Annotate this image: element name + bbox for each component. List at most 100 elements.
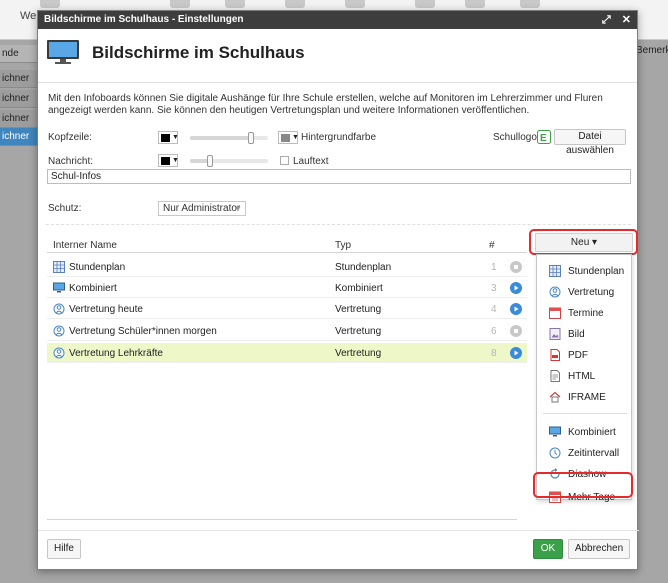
menu-item-label: PDF: [568, 350, 588, 361]
lauftext-label: Lauftext: [293, 156, 329, 167]
logo-file-icon: E: [537, 130, 551, 144]
row-type: Vertretung: [335, 348, 382, 359]
nachricht-input[interactable]: Schul-Infos: [47, 169, 631, 184]
schutz-selected-value: Nur Administrator: [163, 203, 241, 214]
table-row[interactable]: Vertretung heute Vertretung 4: [47, 299, 527, 319]
menu-item-kombiniert[interactable]: Kombiniert: [537, 422, 633, 442]
column-header-name: Interner Name: [53, 240, 117, 251]
table-row[interactable]: Kombiniert Kombiniert 3: [47, 278, 527, 298]
chevron-down-icon: ▼: [172, 157, 179, 164]
slider-handle[interactable]: [248, 132, 254, 144]
section-divider: [46, 224, 631, 225]
kopfzeile-slider[interactable]: [190, 132, 268, 144]
monitor-icon: [53, 282, 65, 293]
substitution-icon: [53, 347, 65, 359]
background-row: ichner: [0, 110, 40, 128]
menu-item-label: Kombiniert: [568, 427, 616, 438]
calendar-grid-icon: [53, 261, 65, 273]
row-number: 6: [491, 326, 497, 337]
dialog-window-title: Bildschirme im Schulhaus - Einstellungen: [44, 14, 244, 25]
menu-item-termine[interactable]: Termine: [537, 303, 633, 323]
table-row-selected[interactable]: Vertretung Lehrkräfte Vertretung 8: [47, 343, 527, 363]
row-name: Vertretung Schüler*innen morgen: [69, 326, 217, 337]
footer-divider: [38, 530, 639, 531]
menu-item-stundenplan[interactable]: Stundenplan: [537, 261, 633, 281]
background-column-header: nde: [0, 45, 40, 63]
hilfe-button[interactable]: Hilfe: [47, 539, 81, 559]
nachricht-slider[interactable]: [190, 155, 268, 167]
table-bottom-border: [47, 519, 517, 520]
menu-item-label: IFRAME: [568, 392, 606, 403]
substitution-icon: [549, 286, 561, 298]
menu-item-iframe[interactable]: IFRAME: [537, 387, 633, 407]
neu-dropdown-menu: Stundenplan Vertretung Termine Bild PDF …: [536, 254, 633, 503]
menu-item-label: Bild: [568, 329, 585, 340]
schutz-label: Schutz:: [48, 203, 82, 214]
datei-auswaehlen-button[interactable]: Datei auswählen: [554, 129, 626, 156]
toolbar-tile: [345, 0, 365, 8]
monitor-icon: [47, 40, 79, 64]
stop-icon[interactable]: [510, 261, 522, 273]
play-icon[interactable]: [510, 347, 522, 359]
table-header: Interner Name Typ #: [47, 235, 527, 253]
row-type: Vertretung: [335, 326, 382, 337]
menu-item-label: Vertretung: [568, 287, 615, 298]
substitution-icon: [53, 325, 65, 337]
menu-item-zeitintervall[interactable]: Zeitintervall: [537, 443, 633, 463]
html-icon: [550, 370, 560, 382]
column-header-number: #: [489, 240, 495, 251]
nachricht-color-picker[interactable]: ▼: [158, 154, 179, 167]
svg-text:E: E: [540, 133, 547, 144]
kopfzeile-label: Kopfzeile:: [48, 132, 92, 143]
row-number: 8: [491, 348, 497, 359]
row-name: Vertretung Lehrkräfte: [69, 348, 163, 359]
row-type: Stundenplan: [335, 262, 392, 273]
clock-icon: [549, 447, 561, 459]
chevron-down-icon: ▼: [234, 204, 242, 213]
menu-item-pdf[interactable]: PDF: [537, 345, 633, 365]
stop-icon[interactable]: [510, 325, 522, 337]
lauftext-checkbox[interactable]: [280, 156, 289, 165]
table-row[interactable]: Vertretung Schüler*innen morgen Vertretu…: [47, 321, 527, 341]
highlight-frame-mehr-tage: [533, 472, 633, 498]
menu-item-html[interactable]: HTML: [537, 366, 633, 386]
toolbar-tile: [520, 0, 540, 8]
substitution-icon: [53, 303, 65, 315]
menu-separator: [543, 413, 627, 414]
background-row-selected: ichner: [0, 128, 40, 146]
nachricht-label: Nachricht:: [48, 156, 94, 167]
image-icon: [549, 328, 561, 340]
slider-handle[interactable]: [207, 155, 213, 167]
maximize-icon[interactable]: ⤢: [602, 14, 611, 26]
hintergrundfarbe-label: Hintergrundfarbe: [301, 132, 377, 143]
row-number: 3: [491, 283, 497, 294]
abbrechen-button[interactable]: Abbrechen: [568, 539, 630, 559]
monitor-icon: [549, 426, 561, 437]
column-header-type: Typ: [335, 240, 352, 251]
table-row[interactable]: Stundenplan Stundenplan 1: [47, 257, 527, 277]
schutz-select[interactable]: Nur Administrator ▼: [158, 201, 246, 216]
hintergrundfarbe-color-picker[interactable]: ▼: [278, 131, 299, 144]
close-icon[interactable]: ✕: [622, 14, 631, 26]
pdf-icon: [550, 349, 560, 361]
chevron-down-icon: ▼: [172, 134, 179, 141]
house-icon: [549, 391, 561, 403]
dialog-header: Bildschirme im Schulhaus: [38, 29, 637, 83]
row-number: 1: [491, 262, 497, 273]
play-icon[interactable]: [510, 282, 522, 294]
toolbar-tile: [465, 0, 485, 8]
toolbar-tile: [415, 0, 435, 8]
dialog-titlebar: Bildschirme im Schulhaus - Einstellungen…: [38, 11, 637, 29]
kopfzeile-color-picker[interactable]: ▼: [158, 131, 179, 144]
menu-item-bild[interactable]: Bild: [537, 324, 633, 344]
row-name: Vertretung heute: [69, 304, 143, 315]
schullogo-label: Schullogo:: [493, 132, 540, 143]
menu-item-vertretung[interactable]: Vertretung: [537, 282, 633, 302]
toolbar-tile: [285, 0, 305, 8]
chevron-down-icon: ▼: [292, 134, 299, 141]
menu-item-label: HTML: [568, 371, 596, 382]
settings-dialog: Bildschirme im Schulhaus - Einstellungen…: [37, 10, 639, 570]
background-right-column-header: Bemerku: [636, 45, 668, 56]
play-icon[interactable]: [510, 303, 522, 315]
ok-button[interactable]: OK: [533, 539, 563, 559]
